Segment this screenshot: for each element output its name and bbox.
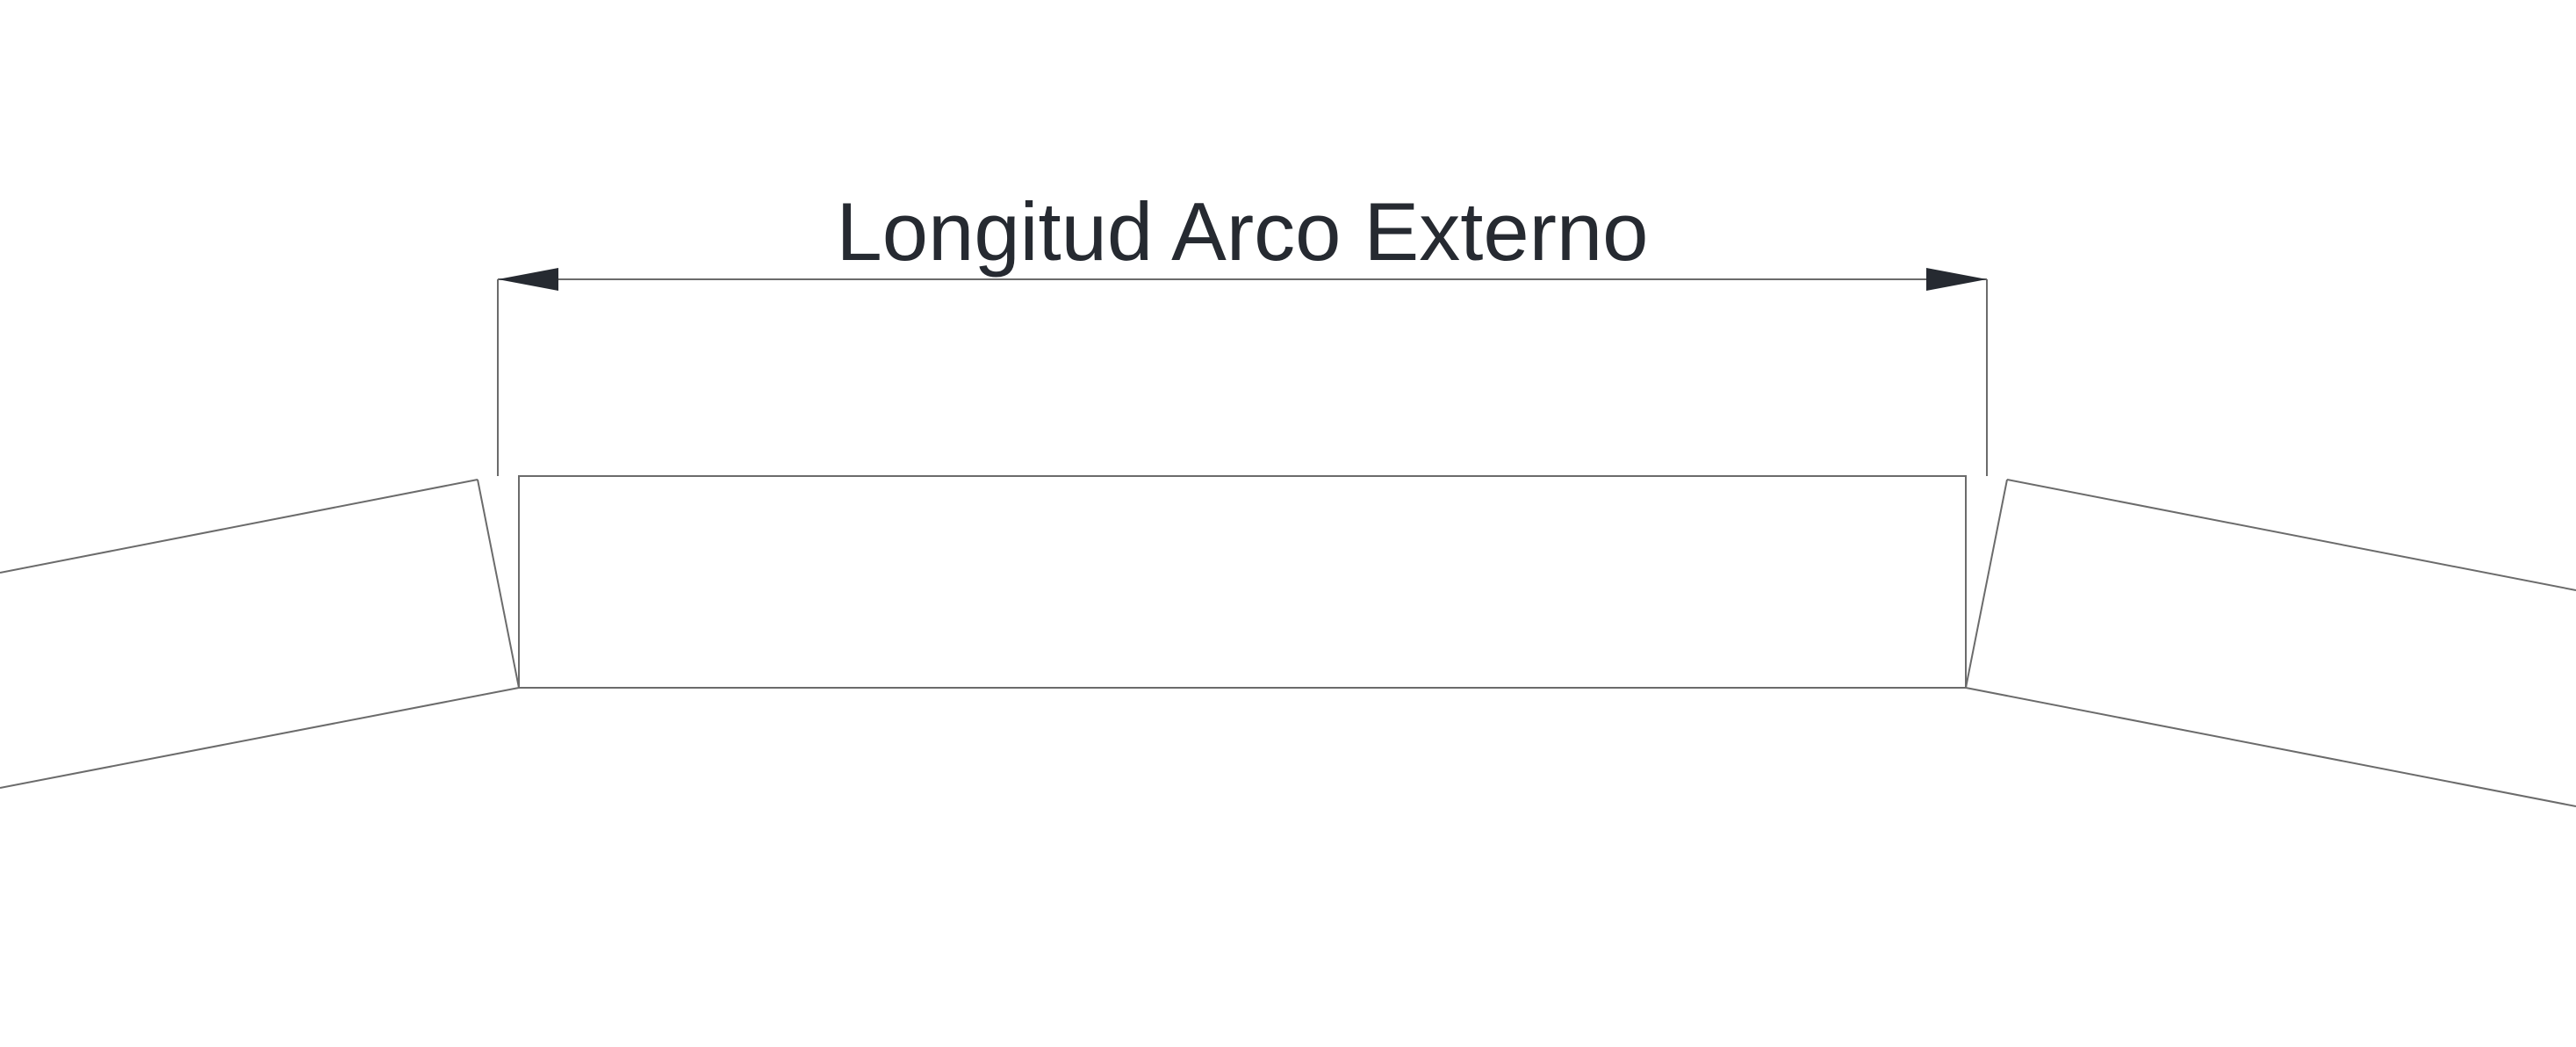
arrowhead-left [498,268,558,291]
dimension-label: Longitud Arco Externo [837,185,1649,278]
left-segment [0,479,520,789]
right-segment-top-edge [2006,479,2576,591]
cad-drawing: Longitud Arco Externo [0,185,2576,807]
left-segment-end-edge [477,479,520,689]
right-segment [1965,479,2576,807]
dimension: Longitud Arco Externo [497,185,1988,476]
arrowhead-right [1926,268,1987,291]
right-segment-bottom-edge [1965,687,2576,807]
left-segment-top-edge [0,479,479,574]
right-segment-end-edge [1965,479,2008,689]
left-segment-bottom-edge [0,687,520,789]
center-segment [518,475,1967,689]
